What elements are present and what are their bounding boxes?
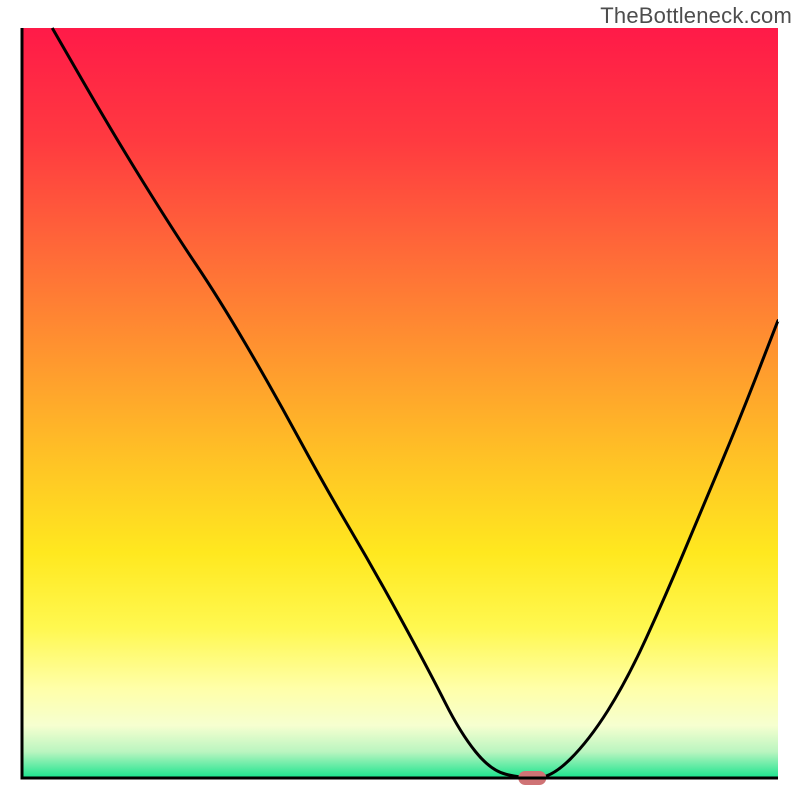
bottleneck-chart [0,0,800,800]
chart-container: TheBottleneck.com [0,0,800,800]
plot-background [22,28,778,778]
watermark-text: TheBottleneck.com [600,3,792,29]
